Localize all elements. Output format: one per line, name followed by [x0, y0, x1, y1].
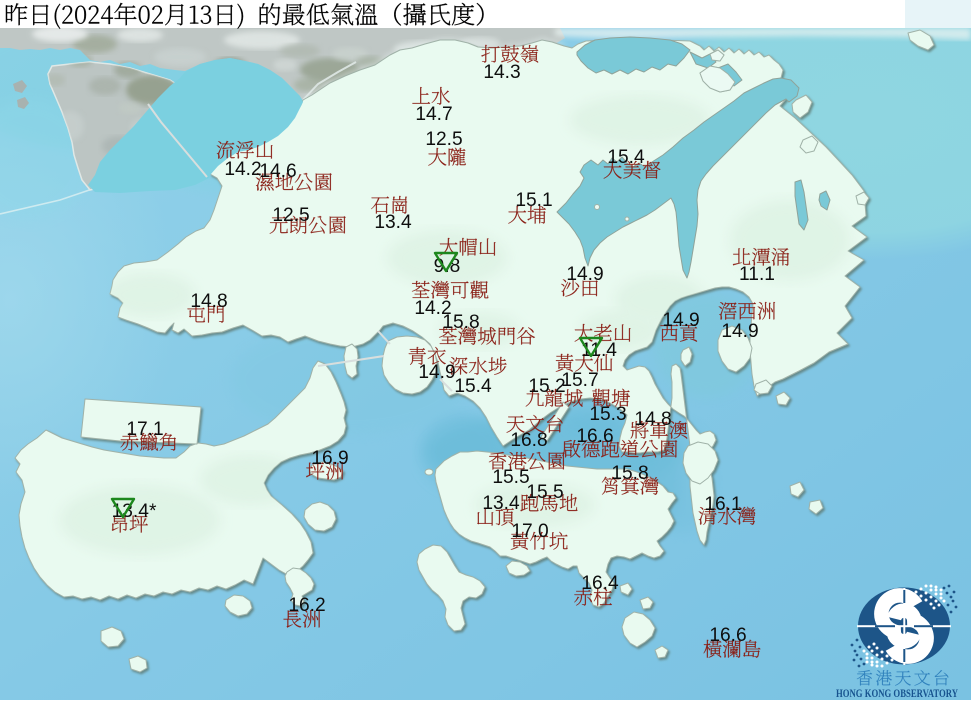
svg-text:14.9: 14.9 — [662, 310, 699, 331]
svg-text:15.4: 15.4 — [454, 376, 492, 397]
svg-text:14.3: 14.3 — [483, 62, 520, 83]
svg-text:15.5: 15.5 — [492, 467, 529, 488]
svg-text:13.4: 13.4 — [374, 212, 412, 233]
svg-text:14.9: 14.9 — [418, 362, 455, 383]
svg-text:15.1: 15.1 — [515, 190, 552, 211]
svg-text:14.6: 14.6 — [259, 161, 296, 182]
svg-text:14.7: 14.7 — [415, 104, 452, 125]
svg-text:16.4: 16.4 — [581, 573, 619, 594]
svg-text:16.6: 16.6 — [709, 625, 746, 646]
svg-text:HONG KONG OBSERVATORY: HONG KONG OBSERVATORY — [836, 688, 959, 700]
svg-text:16.6: 16.6 — [576, 426, 613, 447]
svg-text:15.3: 15.3 — [589, 404, 626, 425]
svg-text:14.8: 14.8 — [190, 291, 227, 312]
svg-text:15.7: 15.7 — [561, 370, 598, 391]
svg-text:14.9: 14.9 — [721, 321, 758, 342]
svg-text:15.8: 15.8 — [611, 463, 648, 484]
svg-text:15.8: 15.8 — [442, 312, 479, 333]
svg-text:14.9: 14.9 — [566, 264, 603, 285]
svg-text:17.1: 17.1 — [126, 419, 163, 440]
svg-text:15.2: 15.2 — [528, 376, 565, 397]
svg-text:16.8: 16.8 — [510, 430, 547, 451]
svg-text:16.9: 16.9 — [311, 448, 348, 469]
svg-text:14.2: 14.2 — [224, 159, 261, 180]
svg-text:13.4: 13.4 — [482, 493, 520, 514]
svg-text:17.0: 17.0 — [511, 521, 548, 542]
svg-text:15.4: 15.4 — [607, 147, 645, 168]
svg-text:15.5: 15.5 — [526, 482, 563, 503]
svg-text:12.5: 12.5 — [272, 205, 309, 226]
svg-text:12.5: 12.5 — [425, 129, 462, 150]
svg-text:16.2: 16.2 — [288, 595, 325, 616]
svg-text:14.8: 14.8 — [634, 409, 671, 430]
svg-text:16.1: 16.1 — [704, 494, 741, 515]
svg-text:11.1: 11.1 — [739, 264, 775, 285]
